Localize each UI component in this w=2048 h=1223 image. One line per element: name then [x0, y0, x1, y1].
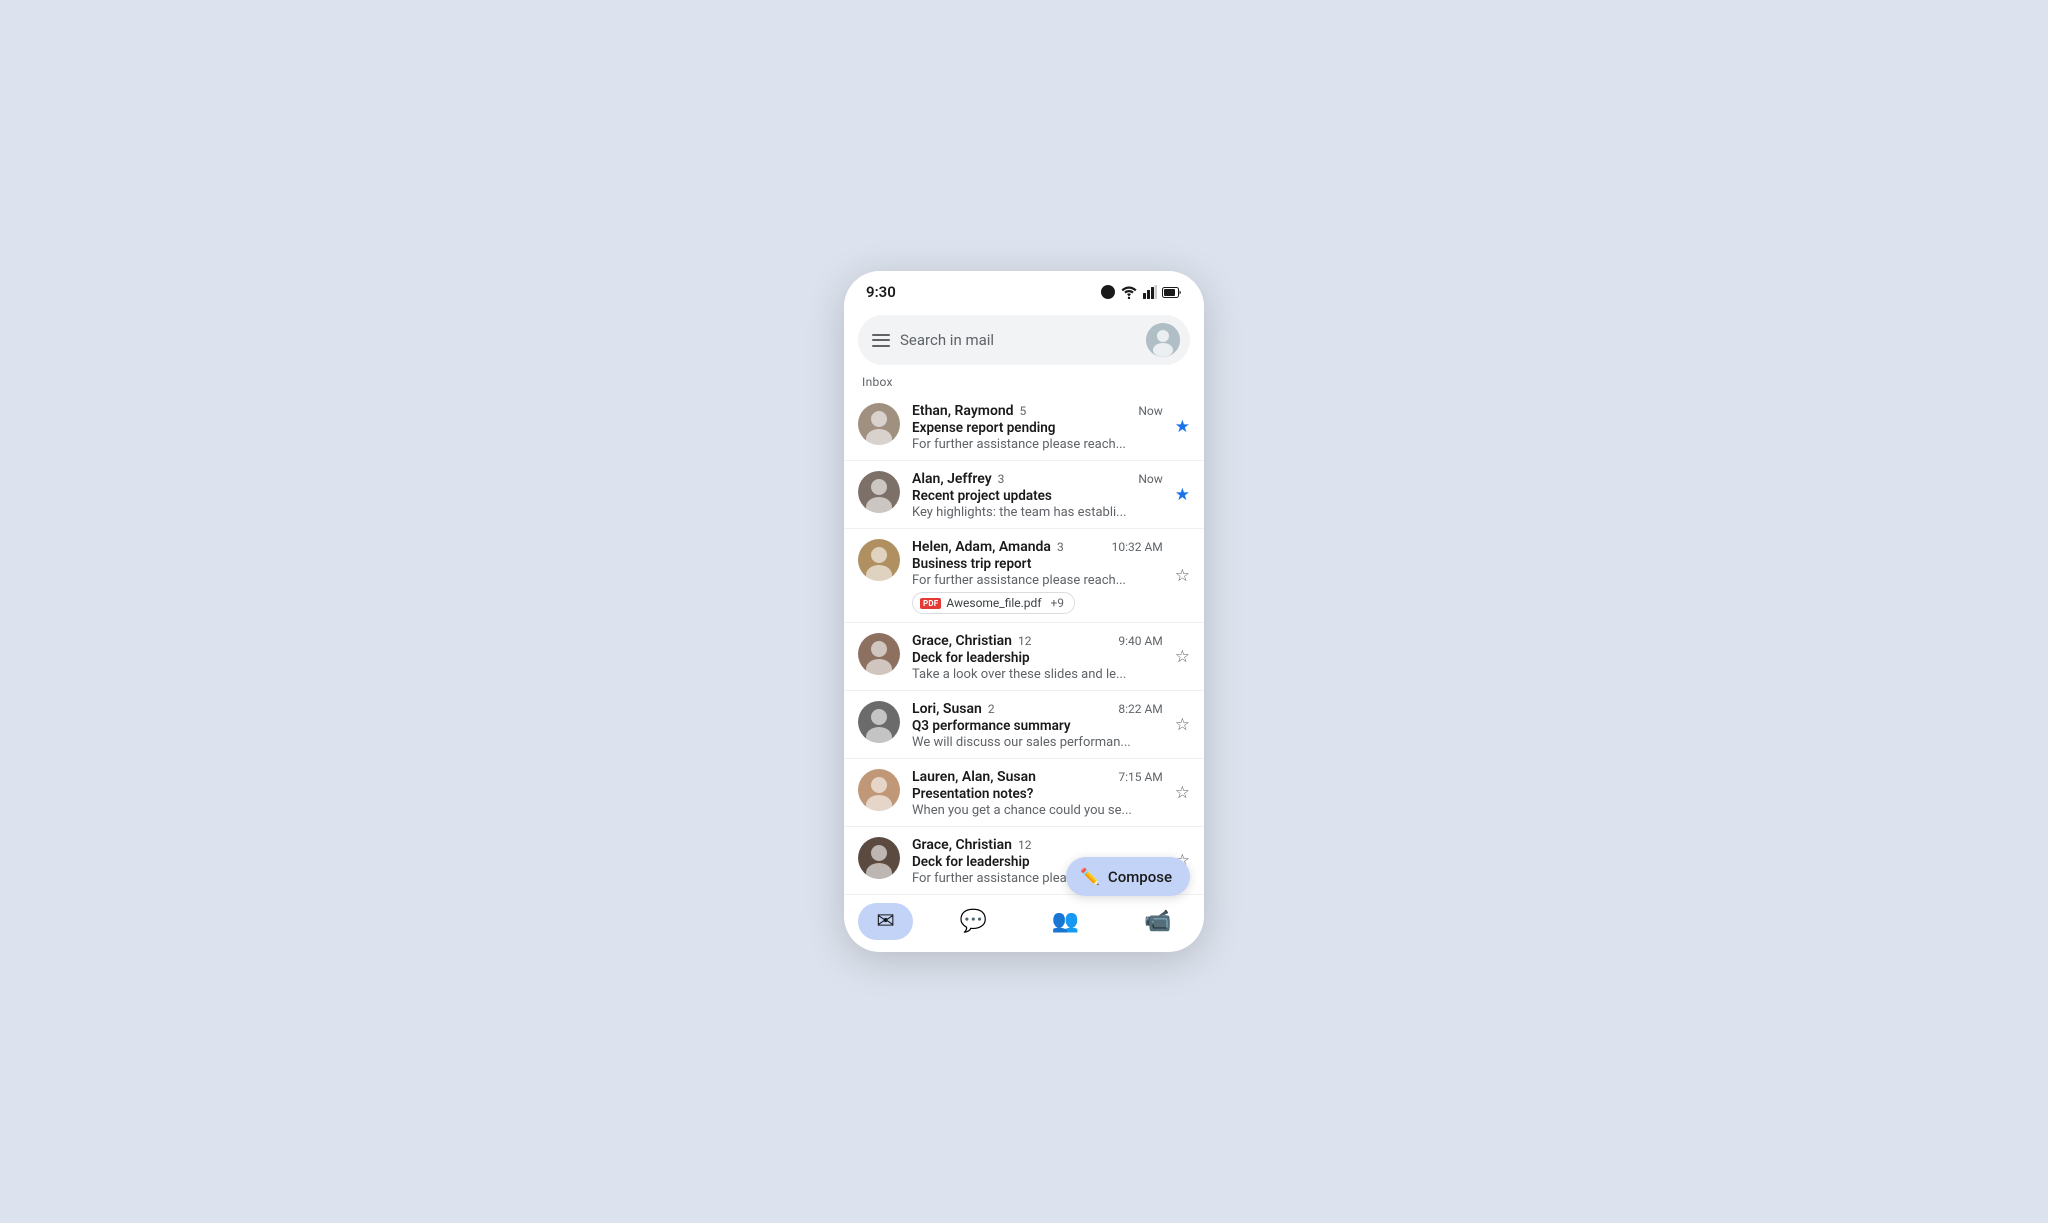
email-avatar	[858, 837, 900, 879]
email-item[interactable]: Alan, Jeffrey 3 Now Recent project updates…	[844, 461, 1204, 529]
email-preview: When you get a chance could you se...	[912, 803, 1163, 818]
nav-meet[interactable]: 📹	[1126, 903, 1189, 940]
email-content: Grace, Christian 12 9:40 AM Deck for leade…	[912, 633, 1163, 682]
email-sender: Lauren, Alan, Susan	[912, 769, 1036, 785]
email-header: Lori, Susan 2 8:22 AM	[912, 701, 1163, 717]
email-subject: Deck for leadership	[912, 650, 1163, 666]
star-button[interactable]: ★	[1175, 419, 1190, 436]
status-icons	[1101, 285, 1182, 299]
email-avatar	[858, 403, 900, 445]
email-item[interactable]: Grace, Christian 12 9:40 AM Deck for leade…	[844, 623, 1204, 691]
inbox-label: Inbox	[844, 365, 1204, 393]
email-preview: For further assistance please reach...	[912, 573, 1163, 588]
email-count: 3	[1054, 540, 1064, 554]
search-placeholder: Search in mail	[900, 331, 1136, 349]
nav-spaces[interactable]: 👥	[1034, 903, 1097, 940]
search-bar[interactable]: Search in mail	[858, 315, 1190, 365]
star-button[interactable]: ☆	[1175, 568, 1190, 585]
signal-icon	[1143, 285, 1157, 299]
email-avatar	[858, 769, 900, 811]
mail-icon: ✉	[876, 909, 894, 934]
meet-icon: 📹	[1144, 909, 1171, 934]
email-avatar	[858, 633, 900, 675]
email-time: 7:15 AM	[1118, 770, 1162, 784]
status-time: 9:30	[866, 283, 896, 301]
email-list: Ethan, Raymond 5 Now Expense report pendin…	[844, 393, 1204, 894]
email-avatar	[858, 471, 900, 513]
email-header: Alan, Jeffrey 3 Now	[912, 471, 1163, 487]
chat-icon: 💬	[960, 909, 987, 934]
attachment-chip[interactable]: PDF Awesome_file.pdf +9	[912, 592, 1075, 614]
email-subject: Presentation notes?	[912, 786, 1163, 802]
compose-label: Compose	[1108, 868, 1172, 886]
email-subject: Business trip report	[912, 556, 1163, 572]
email-avatar	[858, 539, 900, 581]
email-item[interactable]: Helen, Adam, Amanda 3 10:32 AM Business tr…	[844, 529, 1204, 623]
hamburger-icon[interactable]	[872, 334, 890, 347]
compose-button[interactable]: ✏️ Compose	[1066, 857, 1190, 896]
email-preview: Key highlights: the team has establi...	[912, 505, 1163, 520]
email-header: Ethan, Raymond 5 Now	[912, 403, 1163, 419]
email-content: Alan, Jeffrey 3 Now Recent project updates…	[912, 471, 1163, 520]
email-time: Now	[1138, 472, 1162, 486]
battery-icon	[1162, 287, 1182, 298]
email-item[interactable]: Lori, Susan 2 8:22 AM Q3 performance summa…	[844, 691, 1204, 759]
nav-mail[interactable]: ✉	[858, 903, 912, 940]
email-sender: Helen, Adam, Amanda 3	[912, 539, 1064, 555]
email-item[interactable]: Lauren, Alan, Susan 7:15 AM Presentation n…	[844, 759, 1204, 827]
pdf-badge: PDF	[920, 598, 941, 609]
email-time: 9:40 AM	[1118, 634, 1162, 648]
star-button[interactable]: ☆	[1175, 717, 1190, 734]
phone-frame: 9:30	[844, 271, 1204, 952]
nav-chat[interactable]: 💬	[942, 903, 1005, 940]
email-count: 12	[1015, 634, 1031, 648]
camera-dot	[1101, 285, 1115, 299]
attachment-name: Awesome_file.pdf	[946, 596, 1041, 610]
email-count: 2	[985, 702, 995, 716]
email-sender: Lori, Susan 2	[912, 701, 995, 717]
email-header: Lauren, Alan, Susan 7:15 AM	[912, 769, 1163, 785]
email-subject: Q3 performance summary	[912, 718, 1163, 734]
email-sender: Grace, Christian 12	[912, 837, 1031, 853]
star-button[interactable]: ☆	[1175, 785, 1190, 802]
email-content: Ethan, Raymond 5 Now Expense report pendin…	[912, 403, 1163, 452]
wifi-icon	[1120, 285, 1138, 299]
email-content: Lauren, Alan, Susan 7:15 AM Presentation n…	[912, 769, 1163, 818]
email-time: Now	[1138, 404, 1162, 418]
bottom-nav: ✉ 💬 👥 📹	[844, 894, 1204, 952]
email-time: 8:22 AM	[1118, 702, 1162, 716]
email-sender: Grace, Christian 12	[912, 633, 1031, 649]
email-header: Grace, Christian 12	[912, 837, 1163, 853]
email-avatar	[858, 701, 900, 743]
email-content: Lori, Susan 2 8:22 AM Q3 performance summa…	[912, 701, 1163, 750]
email-sender: Ethan, Raymond 5	[912, 403, 1026, 419]
email-item[interactable]: Ethan, Raymond 5 Now Expense report pendin…	[844, 393, 1204, 461]
email-count: 12	[1015, 838, 1031, 852]
email-preview: We will discuss our sales performan...	[912, 735, 1163, 750]
email-count: 3	[995, 472, 1005, 486]
status-bar: 9:30	[844, 271, 1204, 309]
email-subject: Expense report pending	[912, 420, 1163, 436]
user-avatar[interactable]	[1146, 323, 1180, 357]
email-subject: Recent project updates	[912, 488, 1163, 504]
email-header: Grace, Christian 12 9:40 AM	[912, 633, 1163, 649]
email-preview: For further assistance please reach...	[912, 437, 1163, 452]
email-time: 10:32 AM	[1112, 540, 1163, 554]
pencil-icon: ✏️	[1080, 867, 1100, 886]
email-count: 5	[1017, 404, 1027, 418]
email-sender: Alan, Jeffrey 3	[912, 471, 1004, 487]
star-button[interactable]: ★	[1175, 487, 1190, 504]
star-button[interactable]: ☆	[1175, 649, 1190, 666]
email-preview: Take a look over these slides and le...	[912, 667, 1163, 682]
attachment-extra: +9	[1051, 596, 1065, 610]
spaces-icon: 👥	[1052, 909, 1079, 934]
email-content: Helen, Adam, Amanda 3 10:32 AM Business tr…	[912, 539, 1163, 614]
email-header: Helen, Adam, Amanda 3 10:32 AM	[912, 539, 1163, 555]
